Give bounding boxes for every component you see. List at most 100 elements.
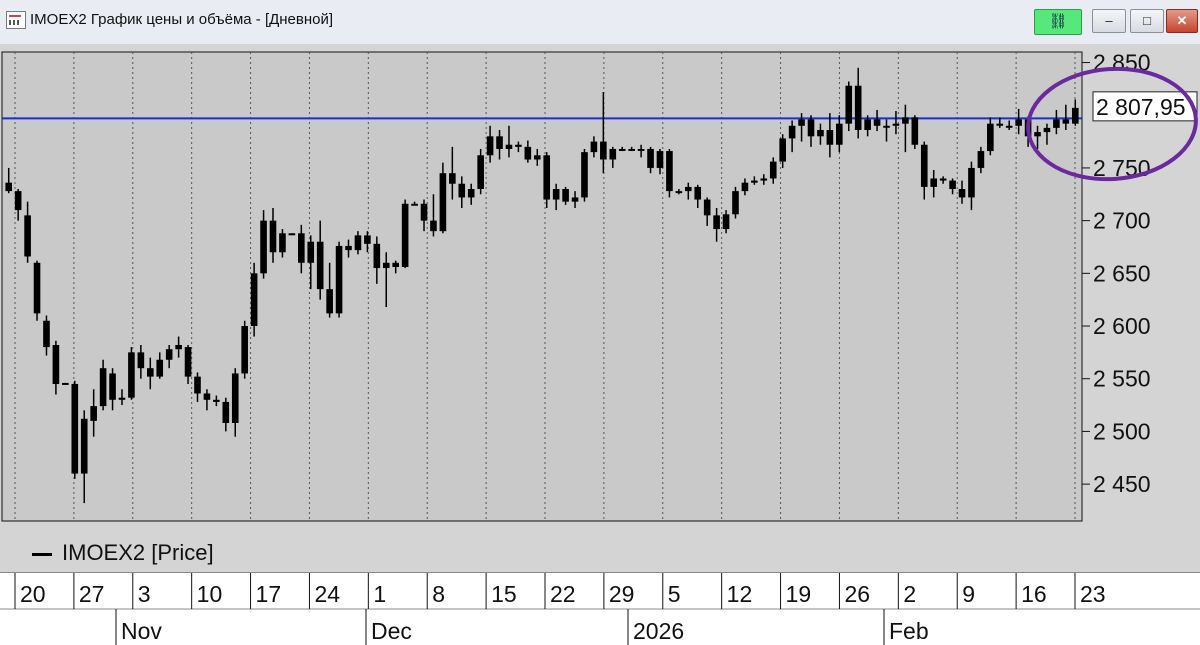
candle-body xyxy=(741,182,749,192)
y-tick-label: 2 500 xyxy=(1093,418,1151,444)
candle-body xyxy=(373,243,381,269)
candle-body xyxy=(109,373,116,400)
candle-body xyxy=(713,215,720,230)
y-tick-label: 2 550 xyxy=(1093,366,1151,392)
candle-body xyxy=(817,129,824,137)
candle-body xyxy=(24,215,31,257)
candle-body xyxy=(836,123,843,145)
candle-body xyxy=(184,347,192,377)
candle-body xyxy=(751,180,758,183)
candle-body xyxy=(854,85,862,130)
candle-body xyxy=(968,167,975,198)
candle-body xyxy=(552,189,560,200)
candle-body xyxy=(213,399,220,402)
candle-body xyxy=(1062,119,1070,124)
candle-body xyxy=(807,119,815,137)
candle-body xyxy=(826,129,834,145)
candle-body xyxy=(241,326,248,374)
link-icon[interactable]: ⛓ xyxy=(1034,9,1082,35)
x-month-label: Nov xyxy=(121,618,162,644)
candle-body xyxy=(911,117,919,145)
candle-body xyxy=(788,125,796,139)
candle-body xyxy=(779,138,786,162)
window-title: IMOEX2 График цены и объёма - [Дневной] xyxy=(30,11,334,28)
candle-body xyxy=(590,141,598,153)
candle-body xyxy=(137,352,145,369)
candle-body xyxy=(769,161,777,179)
candle-body xyxy=(326,289,333,314)
candle-body xyxy=(505,144,513,149)
x-tick-label: 3 xyxy=(138,581,151,607)
candle-body xyxy=(71,383,79,474)
candle-body xyxy=(430,220,437,232)
candle-body xyxy=(128,352,135,398)
candle-body xyxy=(760,178,768,181)
candle-body xyxy=(316,241,324,290)
x-month-label: 2026 xyxy=(633,618,684,644)
candle-body xyxy=(411,203,418,206)
candle-body xyxy=(486,136,494,156)
y-tick-label: 2 600 xyxy=(1093,313,1151,339)
candle-body xyxy=(873,119,881,126)
x-month-label: Feb xyxy=(889,618,929,644)
candle-body xyxy=(628,148,635,151)
candle-body xyxy=(515,144,522,147)
minimize-button[interactable]: – xyxy=(1092,9,1126,33)
candle-body xyxy=(930,178,938,187)
price-chart[interactable]: 2 8502 7502 7002 6502 6002 5502 5002 450… xyxy=(0,44,1200,572)
legend-label: IMOEX2 [Price] xyxy=(62,540,214,565)
x-tick-label: 23 xyxy=(1080,581,1106,607)
candle-body xyxy=(845,85,853,124)
y-tick-label: 2 450 xyxy=(1093,471,1151,497)
x-tick-label: 12 xyxy=(727,581,753,607)
x-tick-label: 26 xyxy=(844,581,870,607)
candle-body xyxy=(99,368,107,407)
x-tick-label: 19 xyxy=(786,581,812,607)
candle-body xyxy=(62,382,69,385)
time-axis: 20 27 3 10 17 24 1 8 15 22 29 5 12 19 26 2 9 16 23Nov Dec 20… xyxy=(0,572,1200,645)
y-tick-label: 2 700 xyxy=(1093,208,1151,234)
candle-body xyxy=(892,123,900,126)
candle-body xyxy=(533,155,541,160)
candle-body xyxy=(90,406,97,421)
legend-line-swatch xyxy=(32,552,52,556)
candle-body xyxy=(194,376,201,394)
plot-area xyxy=(1,51,1083,522)
candle-body xyxy=(231,373,239,423)
candle-body xyxy=(958,189,966,198)
x-tick-label: 17 xyxy=(256,581,282,607)
close-button[interactable]: ✕ xyxy=(1166,9,1198,33)
x-tick-label: 15 xyxy=(491,581,517,607)
x-tick-label: 29 xyxy=(609,581,635,607)
candle-body xyxy=(449,173,456,184)
candle-body xyxy=(987,123,994,152)
maximize-button[interactable]: □ xyxy=(1130,9,1164,33)
candle-body xyxy=(392,262,400,268)
candle-body xyxy=(420,203,428,221)
candle-body xyxy=(307,241,315,263)
candle-body xyxy=(920,144,928,187)
y-tick-label: 2 650 xyxy=(1093,260,1151,286)
candle-body xyxy=(1053,119,1060,128)
candle-body xyxy=(902,117,909,124)
candle-body xyxy=(949,180,956,190)
candle-body xyxy=(52,344,60,384)
candle-body xyxy=(250,273,258,327)
candle-body xyxy=(939,178,947,181)
candle-body xyxy=(647,148,654,168)
candle-body xyxy=(175,344,182,350)
last-value-label: 2 807,95 xyxy=(1096,94,1186,120)
candle-body xyxy=(694,186,702,200)
candle-body xyxy=(1043,127,1051,133)
candle-body xyxy=(298,233,305,263)
candle-body xyxy=(600,141,607,160)
candle-body xyxy=(165,349,173,360)
candle-body xyxy=(80,418,88,474)
candle-body xyxy=(1034,132,1041,137)
candle-body xyxy=(33,262,41,314)
candle-body xyxy=(146,368,154,377)
candle-body xyxy=(732,191,739,215)
candle-body xyxy=(439,173,447,232)
candle-body xyxy=(156,359,164,377)
candle-body xyxy=(222,401,230,423)
